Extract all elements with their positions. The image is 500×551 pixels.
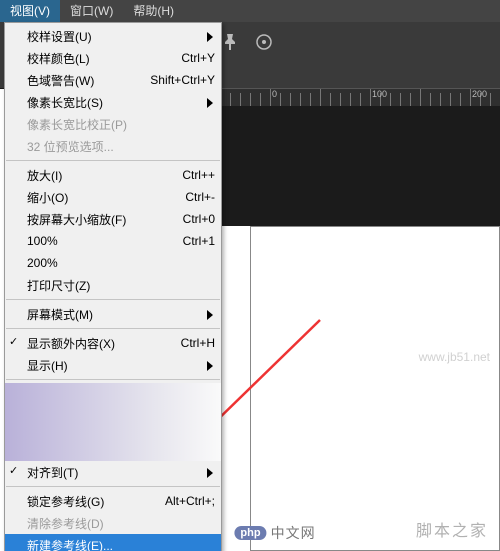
menu-item[interactable]: 屏幕模式(M) <box>5 303 221 325</box>
menu-item-label: 显示额外内容(X) <box>27 335 173 352</box>
target-icon[interactable] <box>254 32 274 52</box>
menu-item[interactable]: ✓ 显示额外内容(X) Ctrl+H <box>5 332 221 354</box>
menu-shortcut: Ctrl+1 <box>183 234 215 248</box>
menu-help[interactable]: 帮助(H) <box>123 0 184 22</box>
menu-item[interactable]: 校样设置(U) <box>5 25 221 47</box>
menu-item[interactable]: 像素长宽比(S) <box>5 91 221 113</box>
menu-item-label: 清除参考线(D) <box>27 515 215 532</box>
menu-item-label: 显示(H) <box>27 357 215 374</box>
canvas-background <box>220 106 500 226</box>
menu-item-label: 像素长宽比(S) <box>27 94 215 111</box>
pin-icon[interactable] <box>220 32 240 52</box>
watermark-jb51: www.jb51.net <box>419 350 490 364</box>
menu-item: 清除参考线(D) <box>5 512 221 534</box>
menu-item-redacted[interactable] <box>5 435 221 461</box>
horizontal-ruler: 0 100 200 <box>220 88 500 108</box>
menu-item-label: 放大(I) <box>27 167 174 184</box>
menu-bar: 视图(V) 窗口(W) 帮助(H) <box>0 0 500 22</box>
menu-shortcut: Ctrl++ <box>182 168 215 182</box>
menu-item[interactable]: ✓ 对齐到(T) <box>5 461 221 483</box>
menu-separator <box>6 160 220 161</box>
menu-item-label: 校样设置(U) <box>27 28 215 45</box>
watermark-jbzj: 脚本之家 <box>416 517 488 541</box>
check-icon: ✓ <box>9 464 18 477</box>
menu-item-label: 锁定参考线(G) <box>27 493 157 510</box>
menu-item-label: 屏幕模式(M) <box>27 306 215 323</box>
menu-item-label: 像素长宽比校正(P) <box>27 116 215 133</box>
menu-item[interactable]: 200% <box>5 252 221 274</box>
menu-item[interactable]: 色域警告(W) Shift+Ctrl+Y <box>5 69 221 91</box>
menu-item-label: 缩小(O) <box>27 189 177 206</box>
menu-item[interactable]: 新建参考线(E)... <box>5 534 221 551</box>
menu-item-label: 按屏幕大小缩放(F) <box>27 211 175 228</box>
menu-shortcut: Ctrl+0 <box>183 212 215 226</box>
menu-item-label: 打印尺寸(Z) <box>27 277 215 294</box>
menu-item-label: 32 位预览选项... <box>27 138 215 155</box>
menu-item[interactable]: 按屏幕大小缩放(F) Ctrl+0 <box>5 208 221 230</box>
window-topbar: 视图(V) 窗口(W) 帮助(H) <box>0 0 500 23</box>
menu-separator <box>6 299 220 300</box>
menu-item: 像素长宽比校正(P) <box>5 113 221 135</box>
menu-shortcut: Ctrl+Y <box>181 51 215 65</box>
menu-window[interactable]: 窗口(W) <box>60 0 123 22</box>
submenu-arrow-icon <box>207 309 215 323</box>
menu-item-redacted[interactable] <box>5 383 221 409</box>
menu-item-label: 100% <box>27 234 175 248</box>
menu-item-label: 对齐到(T) <box>27 464 215 481</box>
menu-shortcut: Alt+Ctrl+; <box>165 494 215 508</box>
submenu-arrow-icon <box>207 97 215 111</box>
menu-shortcut: Shift+Ctrl+Y <box>150 73 215 87</box>
menu-separator <box>6 486 220 487</box>
ruler-tick-label: 100 <box>370 89 387 99</box>
menu-item-label: 200% <box>27 256 215 270</box>
menu-item[interactable]: 显示(H) <box>5 354 221 376</box>
submenu-arrow-icon <box>207 467 215 481</box>
menu-shortcut: Ctrl+- <box>185 190 215 204</box>
document-canvas[interactable] <box>250 226 500 551</box>
menu-item-redacted[interactable] <box>5 409 221 435</box>
menu-item[interactable]: 校样颜色(L) Ctrl+Y <box>5 47 221 69</box>
view-dropdown-menu: 校样设置(U) 校样颜色(L) Ctrl+Y 色域警告(W) Shift+Ctrl+Y 像… <box>4 22 222 551</box>
check-icon: ✓ <box>9 335 18 348</box>
submenu-arrow-icon <box>207 360 215 374</box>
submenu-arrow-icon <box>207 31 215 45</box>
ruler-tick-label: 200 <box>470 89 487 99</box>
menu-item: 32 位预览选项... <box>5 135 221 157</box>
menu-item-label: 校样颜色(L) <box>27 50 173 67</box>
menu-shortcut: Ctrl+H <box>181 336 215 350</box>
menu-view[interactable]: 视图(V) <box>0 0 60 22</box>
menu-separator <box>6 379 220 380</box>
menu-item[interactable]: 缩小(O) Ctrl+- <box>5 186 221 208</box>
menu-separator <box>6 328 220 329</box>
ruler-tick-label: 0 <box>270 89 277 99</box>
watermark-phpcn: php 中文网 <box>234 523 315 543</box>
menu-item-label: 色域警告(W) <box>27 72 142 89</box>
menu-item[interactable]: 100% Ctrl+1 <box>5 230 221 252</box>
menu-item-label: 新建参考线(E)... <box>27 537 215 551</box>
menu-item[interactable]: 放大(I) Ctrl++ <box>5 164 221 186</box>
menu-item[interactable]: 打印尺寸(Z) <box>5 274 221 296</box>
menu-item[interactable]: 锁定参考线(G) Alt+Ctrl+; <box>5 490 221 512</box>
